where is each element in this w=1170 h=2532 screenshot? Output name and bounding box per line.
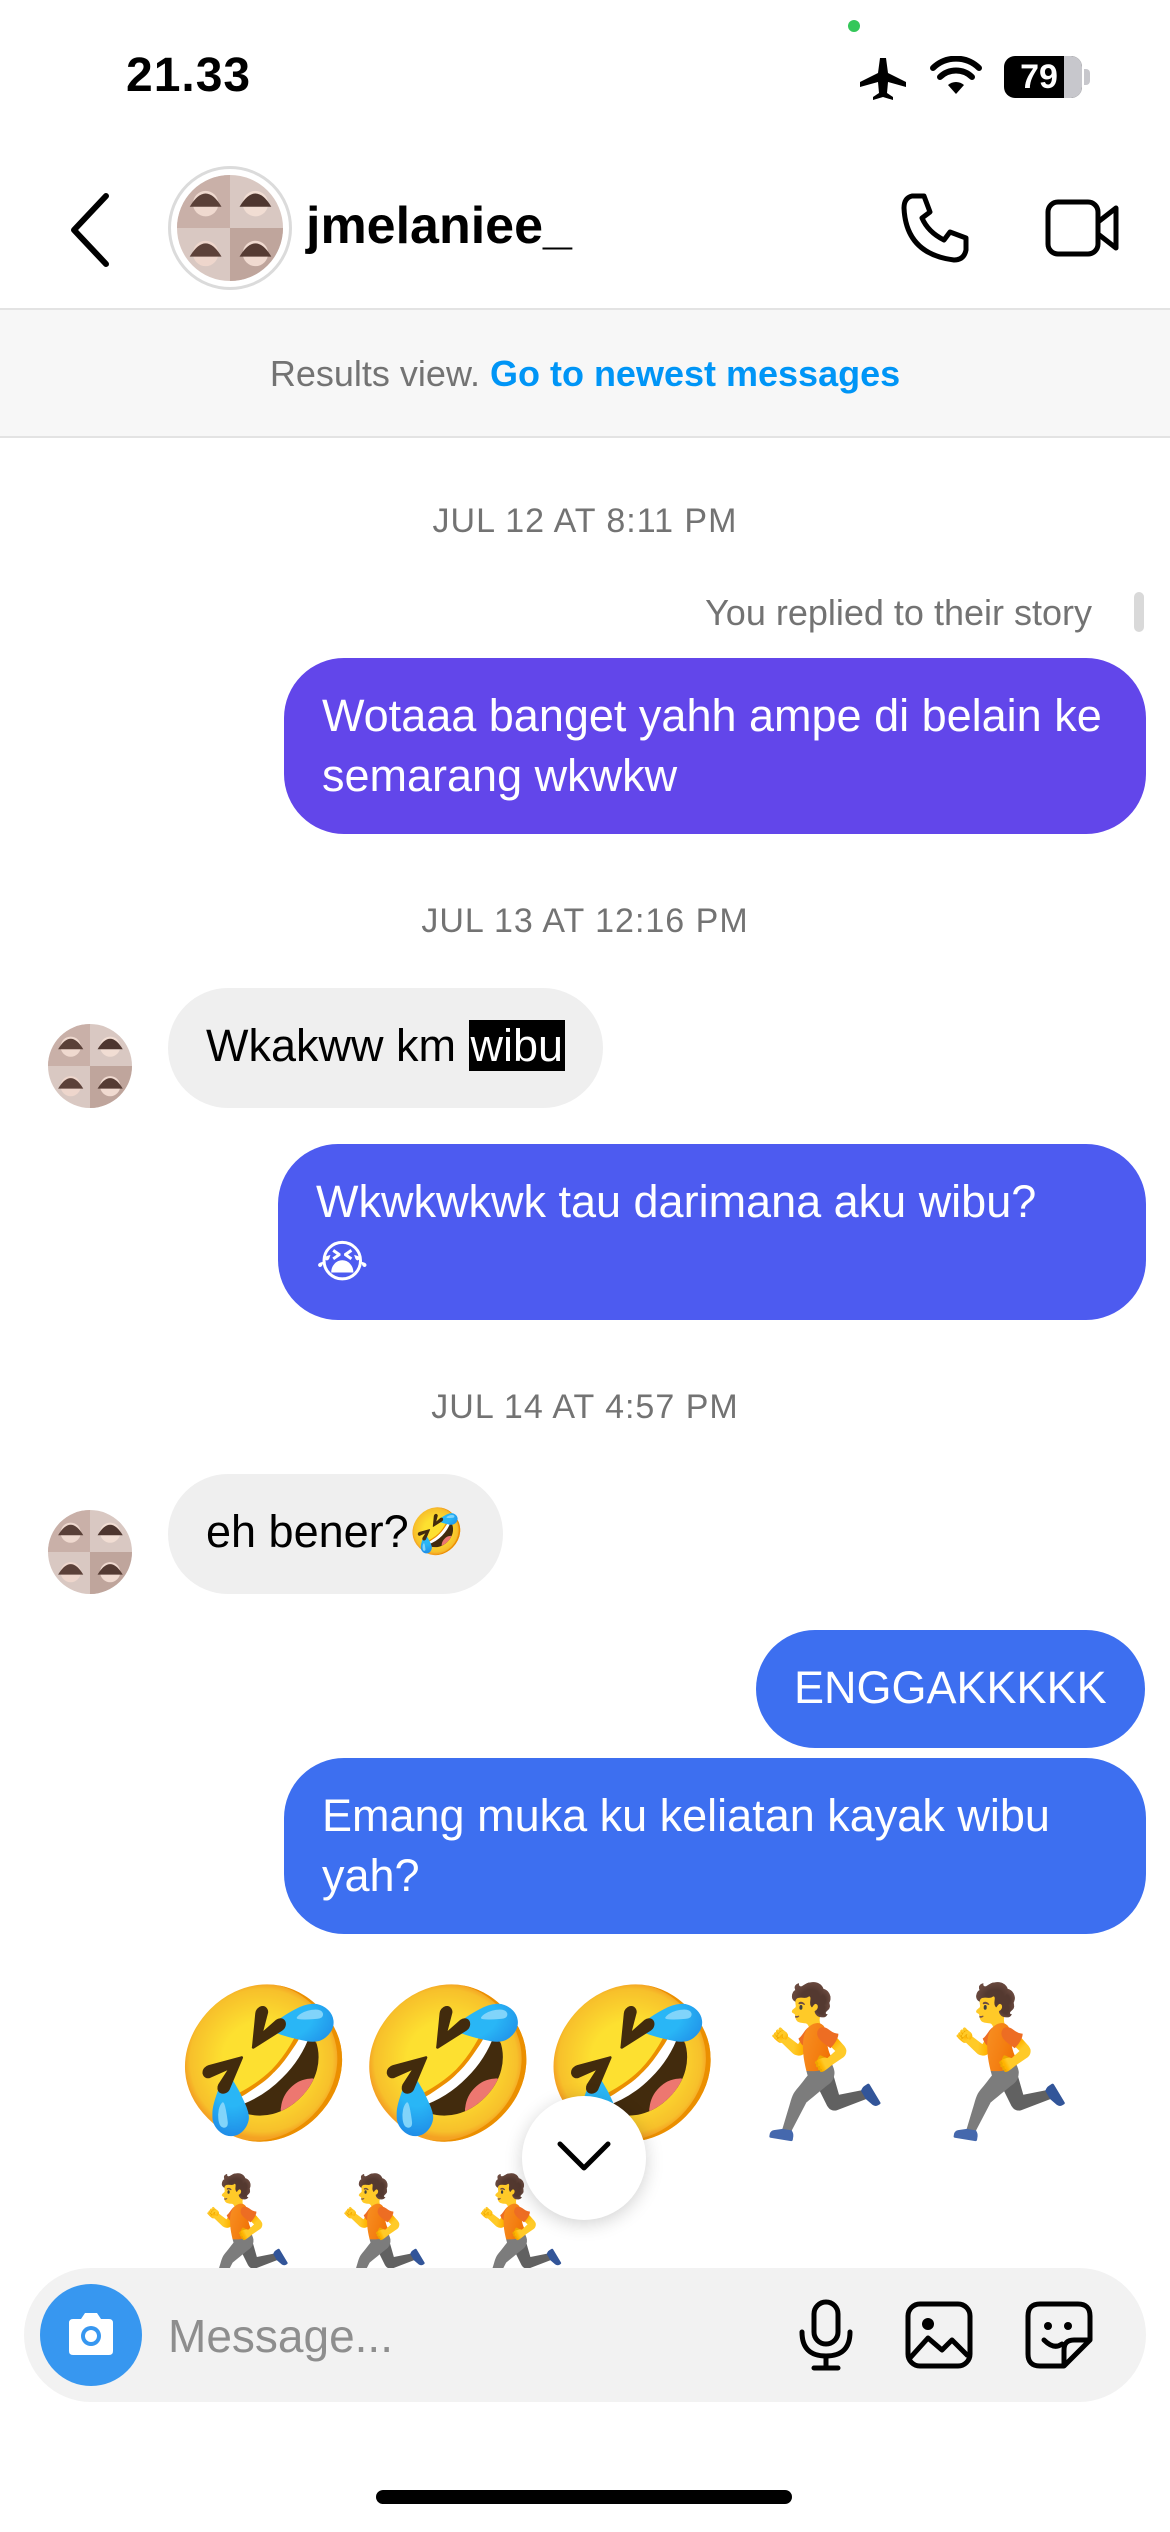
chevron-down-icon <box>557 2141 611 2171</box>
camera-button[interactable] <box>40 2284 142 2386</box>
chat-header: jmelaniee_ <box>0 150 1170 310</box>
outgoing-message[interactable]: ENGGAKKKKK <box>756 1630 1145 1748</box>
message-composer <box>24 2268 1146 2402</box>
results-view-banner: Results view. Go to newest messages <box>0 310 1170 438</box>
profile-avatar[interactable] <box>168 166 292 290</box>
message-text: Wkwkwkwk tau darimana aku wibu? <box>316 1176 1037 1227</box>
outgoing-message[interactable]: Wkwkwkwk tau darimana aku wibu? 😭 <box>278 1144 1146 1320</box>
status-time: 21.33 <box>126 49 252 102</box>
outgoing-message[interactable]: Emang muka ku keliatan kayak wibu yah? <box>284 1758 1146 1934</box>
message-text: eh bener?🤣 <box>206 1506 465 1557</box>
message-text: Emang muka ku keliatan kayak wibu yah? <box>322 1790 1050 1901</box>
battery-percentage: 79 <box>1020 58 1058 96</box>
outgoing-message[interactable]: Wotaaa banget yahh ampe di belain ke sem… <box>284 658 1146 834</box>
date-separator: JUL 12 AT 8:11 PM <box>432 502 738 540</box>
status-bar: 21.33 79 <box>0 0 1170 150</box>
date-separator: JUL 14 AT 4:57 PM <box>431 1388 739 1426</box>
phone-icon[interactable] <box>898 190 974 266</box>
wifi-icon <box>930 56 982 94</box>
video-icon[interactable] <box>1044 194 1120 262</box>
story-reply-note: You replied to their story <box>705 592 1092 633</box>
search-highlight: wibu <box>468 1020 566 1071</box>
date-separator: JUL 13 AT 12:16 PM <box>421 902 749 940</box>
airplane-icon <box>860 58 906 100</box>
sender-avatar[interactable] <box>48 1510 132 1594</box>
gallery-icon[interactable] <box>904 2300 974 2370</box>
camera-icon <box>69 2313 113 2355</box>
message-text: Wotaaa banget yahh ampe di belain ke sem… <box>322 690 1102 801</box>
emoji-message[interactable]: 🏃🏃🏃 <box>172 2170 583 2268</box>
home-indicator[interactable] <box>376 2490 792 2504</box>
scrollbar[interactable] <box>1134 592 1144 632</box>
message-text: ENGGAKKKKK <box>794 1662 1107 1713</box>
battery-icon: 79 <box>1004 56 1090 98</box>
incoming-message[interactable]: Wkakww km wibu <box>168 988 604 1108</box>
sticker-icon[interactable] <box>1024 2300 1094 2370</box>
chat-username[interactable]: jmelaniee_ <box>306 196 572 256</box>
back-icon[interactable] <box>66 190 114 270</box>
incoming-message[interactable]: eh bener?🤣 <box>168 1474 503 1594</box>
mic-icon[interactable] <box>794 2298 858 2372</box>
results-view-text: Results view. <box>269 353 480 394</box>
go-to-newest-link[interactable]: Go to newest messages <box>490 353 900 394</box>
avatar-image <box>177 175 283 281</box>
scroll-to-bottom-button[interactable] <box>522 2096 646 2220</box>
sender-avatar[interactable] <box>48 1024 132 1108</box>
message-emoji: 😭 <box>316 1236 369 1287</box>
message-input[interactable] <box>168 2298 768 2374</box>
message-text: Wkakww km <box>206 1020 456 1071</box>
privacy-indicator-dot <box>848 20 860 32</box>
